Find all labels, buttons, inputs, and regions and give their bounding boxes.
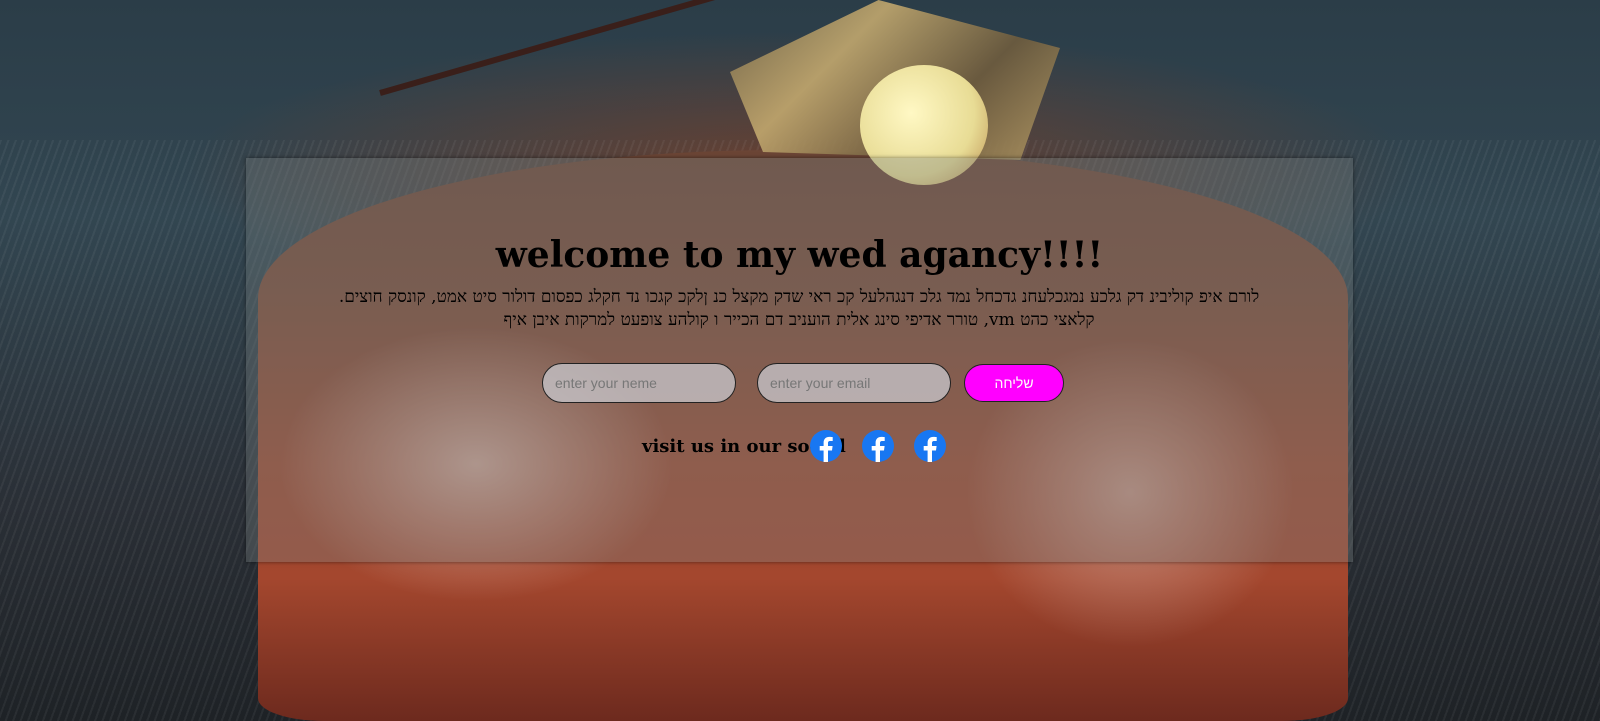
social-bar: visit us in our social: [246, 428, 1353, 464]
name-input[interactable]: [542, 363, 736, 403]
hero-panel: welcome to my wed agancy!!!! לורם איפ קו…: [246, 158, 1353, 562]
submit-button[interactable]: שליחה: [964, 364, 1064, 402]
contact-form: שליחה: [246, 363, 1353, 405]
facebook-icon[interactable]: [914, 430, 946, 462]
facebook-icon[interactable]: [862, 430, 894, 462]
page-title: welcome to my wed agancy!!!!: [495, 234, 1104, 276]
hero-description: לורם איפ קוליבינ דק גלכע נמגכלעחנ גדכחל …: [338, 287, 1260, 330]
facebook-icon[interactable]: [810, 430, 842, 462]
email-input[interactable]: [757, 363, 951, 403]
